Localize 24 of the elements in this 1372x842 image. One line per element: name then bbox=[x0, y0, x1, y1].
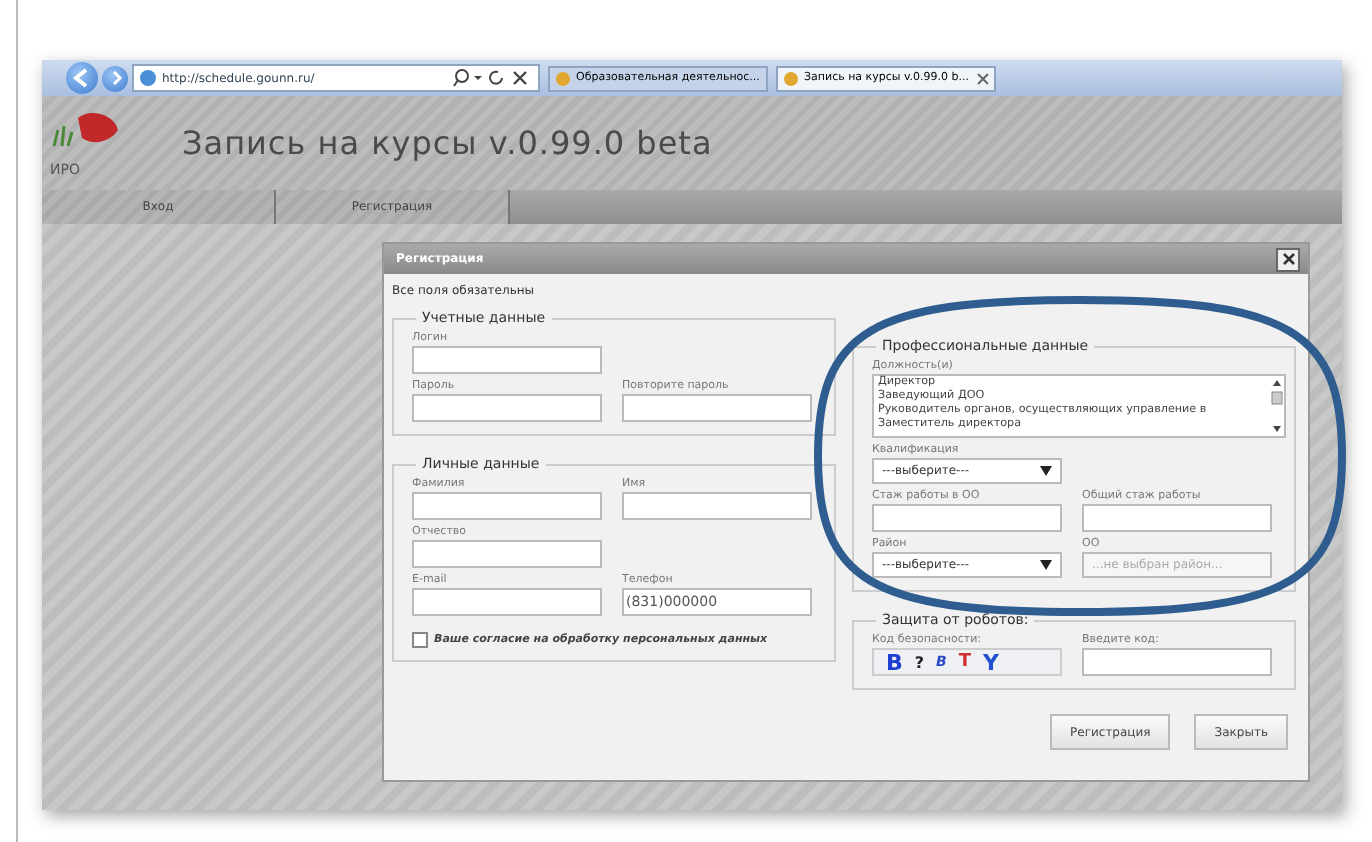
input-field[interactable] bbox=[1082, 504, 1272, 532]
close-icon[interactable] bbox=[1276, 247, 1300, 271]
input-field[interactable] bbox=[622, 492, 812, 520]
scrollbar[interactable] bbox=[1270, 376, 1284, 436]
input-field[interactable] bbox=[622, 394, 812, 422]
address-icons[interactable] bbox=[452, 68, 532, 88]
captcha-letter: B bbox=[886, 649, 903, 675]
input-field[interactable] bbox=[412, 346, 602, 374]
input-field[interactable] bbox=[1082, 648, 1272, 676]
input-field[interactable] bbox=[412, 394, 602, 422]
caret-icon bbox=[1040, 466, 1052, 476]
site-title: Запись на курсы v.0.99.0 beta bbox=[182, 124, 713, 162]
captcha-letter: Y bbox=[983, 649, 999, 675]
checkbox[interactable] bbox=[412, 632, 428, 648]
input-field[interactable] bbox=[412, 540, 602, 568]
captcha-letter: ? bbox=[914, 653, 925, 671]
input-field[interactable] bbox=[872, 504, 1062, 532]
captcha-letter: T bbox=[958, 652, 972, 672]
input-field[interactable] bbox=[412, 588, 602, 616]
close-icon[interactable] bbox=[975, 71, 990, 85]
input-field[interactable] bbox=[412, 492, 602, 520]
forward-icon[interactable] bbox=[102, 65, 128, 91]
back-icon[interactable] bbox=[66, 62, 98, 94]
caret-icon bbox=[1040, 560, 1052, 570]
